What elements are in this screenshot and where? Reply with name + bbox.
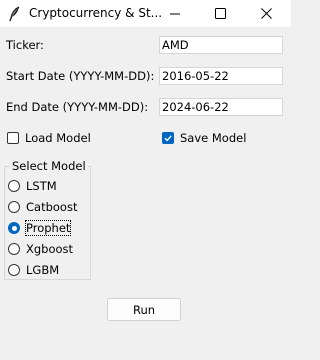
radio-selected-icon bbox=[8, 222, 20, 234]
radio-label: Prophet bbox=[24, 220, 72, 236]
maximize-icon bbox=[215, 8, 226, 19]
run-button-label: Run bbox=[132, 302, 156, 317]
close-button[interactable] bbox=[244, 0, 289, 27]
checkbox-unchecked-icon bbox=[7, 132, 19, 144]
checkmark-icon bbox=[162, 132, 174, 144]
load-model-checkbox[interactable]: Load Model bbox=[7, 131, 91, 145]
run-button[interactable]: Run bbox=[107, 298, 181, 321]
window-title: Cryptocurrency & St... bbox=[29, 6, 163, 20]
load-model-label: Load Model bbox=[25, 131, 91, 145]
save-model-label: Save Model bbox=[180, 131, 247, 145]
radio-xgboost[interactable]: Xgboost bbox=[8, 242, 73, 256]
maximize-button[interactable] bbox=[198, 0, 243, 27]
end-date-input[interactable] bbox=[159, 98, 283, 116]
close-icon bbox=[261, 8, 272, 19]
radio-label: LGBM bbox=[26, 263, 60, 277]
start-date-input[interactable] bbox=[159, 67, 283, 85]
select-model-title: Select Model bbox=[10, 159, 88, 173]
ticker-input[interactable] bbox=[159, 36, 283, 54]
end-date-label: End Date (YYYY-MM-DD): bbox=[6, 100, 149, 114]
radio-lgbm[interactable]: LGBM bbox=[8, 263, 59, 277]
radio-label: LSTM bbox=[26, 179, 57, 193]
title-bar[interactable]: Cryptocurrency & St... bbox=[0, 0, 291, 27]
radio-label: Catboost bbox=[26, 200, 78, 214]
start-date-label: Start Date (YYYY-MM-DD): bbox=[6, 69, 155, 83]
ticker-label: Ticker: bbox=[6, 38, 44, 52]
minimize-button[interactable] bbox=[152, 0, 197, 27]
radio-unselected-icon bbox=[8, 264, 20, 276]
radio-unselected-icon bbox=[8, 201, 20, 213]
radio-label: Xgboost bbox=[26, 242, 74, 256]
feather-icon bbox=[8, 6, 22, 22]
radio-prophet[interactable]: Prophet bbox=[8, 220, 72, 236]
save-model-checkbox[interactable]: Save Model bbox=[162, 131, 246, 145]
radio-unselected-icon bbox=[8, 180, 20, 192]
radio-catboost[interactable]: Catboost bbox=[8, 200, 77, 214]
radio-lstm[interactable]: LSTM bbox=[8, 179, 57, 193]
radio-unselected-icon bbox=[8, 243, 20, 255]
minimize-icon bbox=[169, 9, 180, 19]
